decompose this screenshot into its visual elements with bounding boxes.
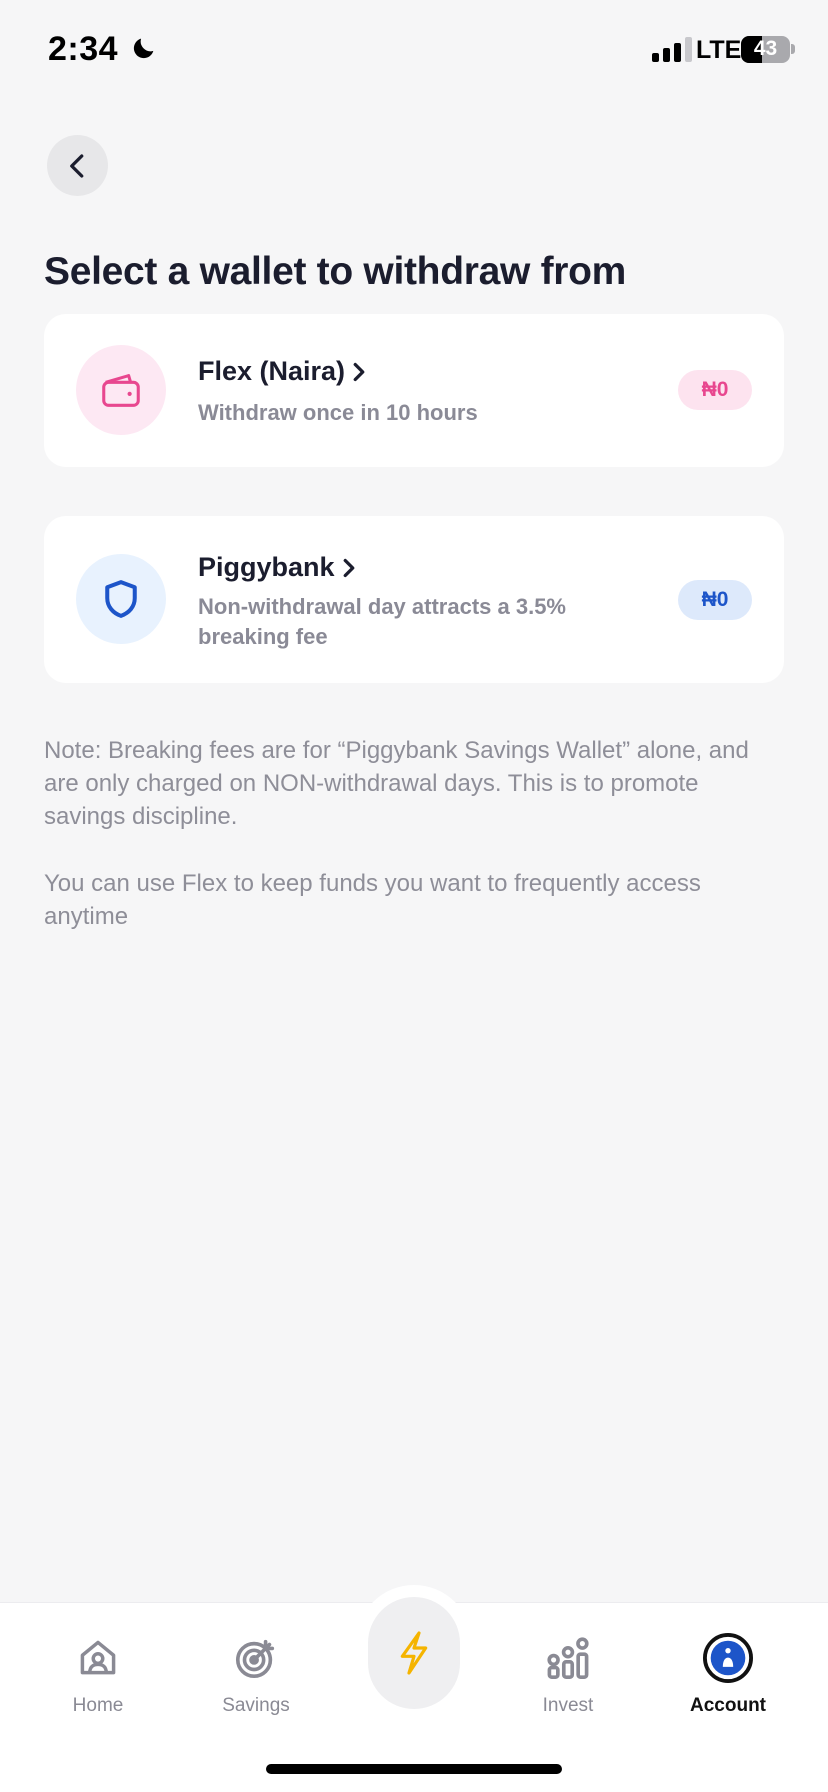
nav-savings[interactable]: Savings (196, 1633, 316, 1717)
nav-label: Account (690, 1695, 766, 1716)
cellular-signal-icon (652, 36, 692, 62)
flex-tip-note: You can use Flex to keep funds you want … (44, 870, 701, 930)
nav-label: Home (72, 1695, 124, 1716)
nav-home[interactable]: Home (38, 1633, 158, 1717)
home-indicator (266, 1764, 562, 1774)
chevron-right-icon (343, 558, 354, 577)
nav-label: Savings (222, 1695, 290, 1716)
withdraw-wallet-screen: 2:34 LTE 43 Select a wallet to withdraw … (0, 0, 828, 1792)
wallet-description: Withdraw once in 10 hours (198, 400, 478, 425)
battery-icon: 43 (741, 36, 790, 63)
shield-icon (76, 554, 166, 644)
chevron-right-icon (353, 362, 365, 381)
wallet-name-label: Piggybank (198, 552, 335, 582)
wallet-name-label: Flex (Naira) (198, 356, 346, 386)
wallet-icon (76, 345, 166, 435)
nav-account[interactable]: Account (668, 1633, 788, 1717)
back-button[interactable] (47, 135, 108, 196)
wallet-name: Piggybank (198, 552, 357, 583)
piggybank-wallet-card[interactable]: Piggybank Non-withdrawal day attracts a … (44, 516, 784, 683)
balance-badge: ₦0 (678, 580, 752, 620)
flex-wallet-card[interactable]: Flex (Naira) Withdraw once in 10 hours ₦… (44, 314, 784, 467)
account-icon (668, 1633, 788, 1683)
battery-nub (791, 44, 795, 54)
chevron-left-icon (69, 153, 83, 178)
invest-chart-icon (508, 1633, 628, 1683)
target-icon (196, 1633, 316, 1683)
moon-icon (130, 34, 158, 67)
page-title: Select a wallet to withdraw from (44, 250, 627, 293)
wallet-description: Non-withdrawal day attracts a 3.5% break… (198, 594, 566, 649)
quick-action-button[interactable] (368, 1597, 460, 1709)
network-type: LTE (696, 36, 742, 64)
nav-invest[interactable]: Invest (508, 1633, 628, 1717)
status-bar: 2:34 LTE 43 (0, 0, 828, 100)
battery-percent: 43 (753, 37, 778, 60)
breaking-fee-note: Note: Breaking fees are for “Piggybank S… (44, 737, 749, 830)
nav-label: Invest (542, 1695, 594, 1716)
lightning-icon (400, 1631, 428, 1675)
home-icon (38, 1633, 158, 1683)
status-time: 2:34 (48, 30, 119, 68)
wallet-name: Flex (Naira) (198, 356, 367, 387)
balance-badge: ₦0 (678, 370, 752, 410)
